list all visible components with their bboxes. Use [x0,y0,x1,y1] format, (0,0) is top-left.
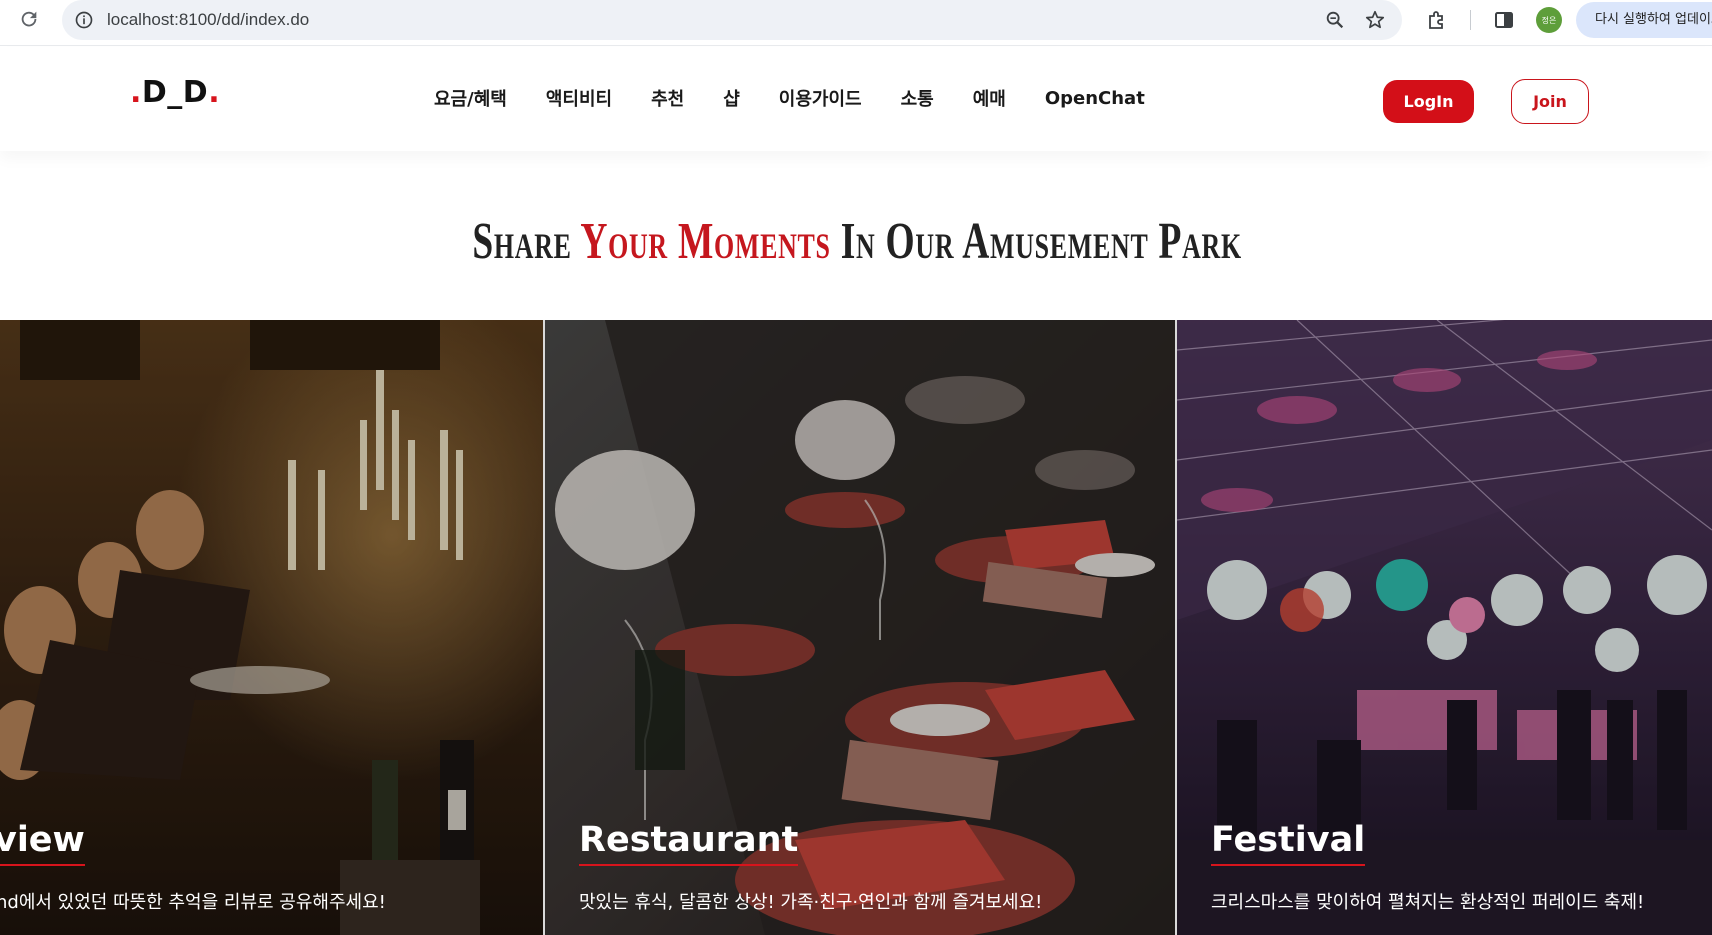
nav-item-openchat[interactable]: OpenChat [1045,88,1145,109]
card-festival-title: Festival [1211,820,1366,866]
logo-dot-left: . [130,75,142,110]
address-bar[interactable]: localhost:8100/dd/index.do [62,0,1402,40]
bookmark-star-icon[interactable] [1364,9,1386,31]
main-nav: 요금/혜택 액티비티 추천 샵 이용가이드 소통 예매 OpenChat [434,85,1145,111]
side-panel-icon[interactable] [1492,8,1516,32]
login-button[interactable]: LogIn [1383,80,1474,123]
card-restaurant[interactable]: Restaurant 맛있는 휴식, 달콤한 상상! 가족·친구·연인과 함께 … [545,320,1176,935]
card-festival-desc: 크리스마스를 맞이하여 펼쳐지는 환상적인 퍼레이드 축제! [1211,892,1645,913]
toolbar-divider [1470,10,1471,30]
title-part-1: Share [472,213,581,270]
join-button[interactable]: Join [1511,79,1589,124]
title-part-2: In Our Amusement Park [830,213,1242,270]
reload-icon[interactable] [18,8,40,30]
card-festival[interactable]: Festival 크리스마스를 맞이하여 펼쳐지는 환상적인 퍼레이드 축제! [1177,320,1712,935]
card-restaurant-title: Restaurant [579,820,799,866]
section-title: Share Your Moments In Our Amusement Park [241,212,1474,271]
card-review-desc: nd에서 있었던 따뜻한 추억을 리뷰로 공유해주세요! [0,892,386,913]
extensions-puzzle-icon[interactable] [1425,8,1449,32]
nav-item-activity[interactable]: 액티비티 [546,85,612,111]
feature-cards: view nd에서 있었던 따뜻한 추억을 리뷰로 공유해주세요! Restau… [0,320,1712,935]
profile-avatar[interactable]: 정은 [1536,7,1562,33]
site-logo[interactable]: .D_D. [130,75,220,110]
logo-text: D_D [141,75,209,110]
card-review[interactable]: view nd에서 있었던 따뜻한 추억을 리뷰로 공유해주세요! [0,320,544,935]
logo-dot-right: . [208,75,221,110]
site-header: .D_D. 요금/혜택 액티비티 추천 샵 이용가이드 소통 예매 OpenCh… [0,47,1712,151]
card-restaurant-desc: 맛있는 휴식, 달콤한 상상! 가족·친구·연인과 함께 즐겨보세요! [579,892,1043,913]
browser-toolbar: localhost:8100/dd/index.do 정은 다시 실행하여 업데… [0,0,1712,46]
title-accent: Your Moments [580,213,831,270]
nav-item-pricing[interactable]: 요금/혜택 [434,85,507,111]
nav-item-shop[interactable]: 샵 [723,85,740,111]
nav-item-community[interactable]: 소통 [901,85,934,111]
relaunch-update-button[interactable]: 다시 실행하여 업데이트 [1576,2,1712,38]
nav-item-booking[interactable]: 예매 [973,85,1006,111]
nav-item-recommend[interactable]: 추천 [651,85,684,111]
url-text[interactable]: localhost:8100/dd/index.do [107,10,309,30]
zoom-icon[interactable] [1324,9,1346,31]
card-review-title: view [0,820,85,866]
nav-item-guide[interactable]: 이용가이드 [779,85,862,111]
site-info-icon[interactable] [74,10,94,30]
